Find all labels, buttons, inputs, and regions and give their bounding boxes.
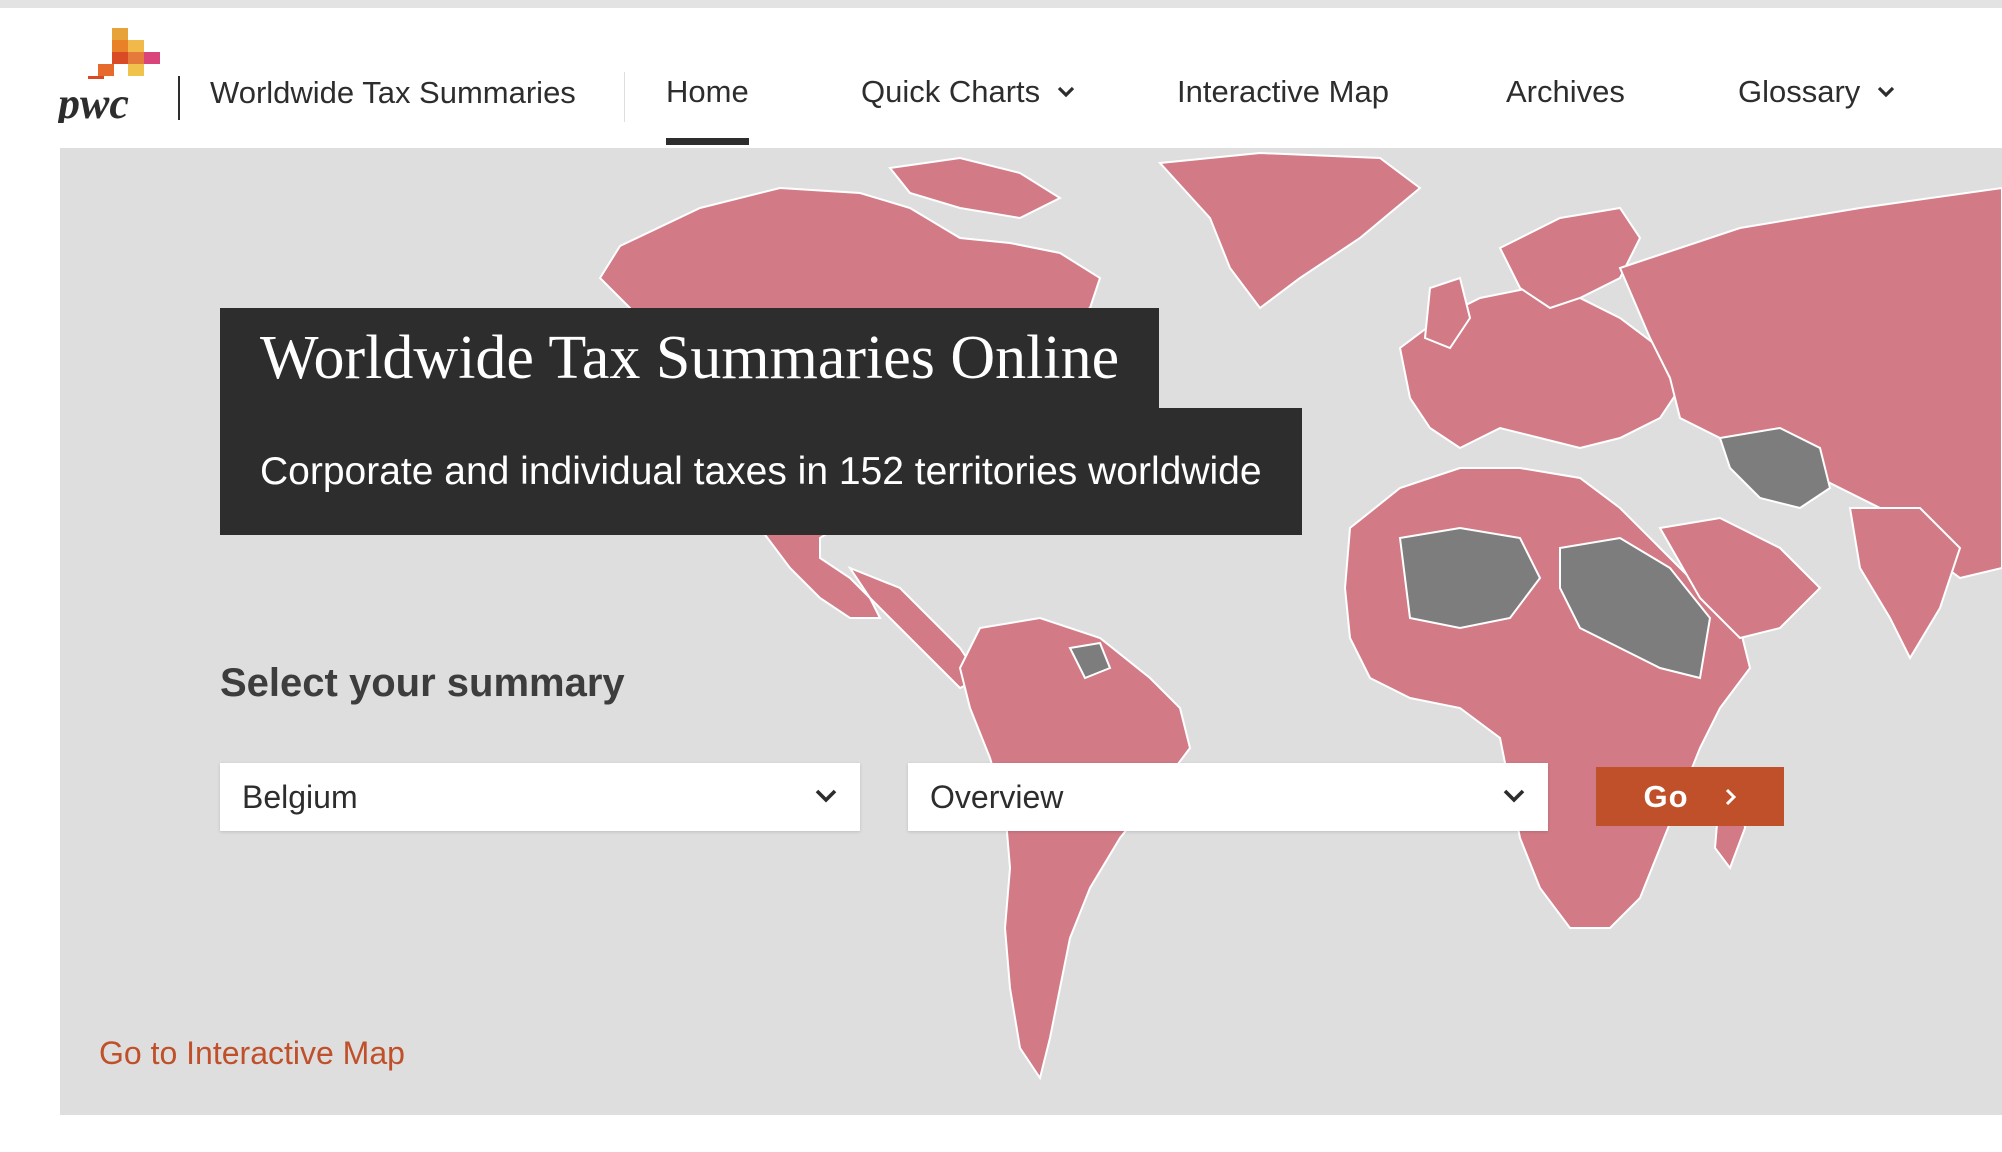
- go-button-label: Go: [1643, 778, 1689, 814]
- topic-select[interactable]: Overview: [908, 763, 1548, 831]
- map-greenland: [1157, 151, 1422, 310]
- country-select[interactable]: Belgium: [220, 763, 860, 831]
- nav-archives[interactable]: Archives: [1506, 74, 1625, 110]
- country-select-value: Belgium: [242, 778, 358, 815]
- world-map-background: [598, 151, 2002, 1081]
- nav-glossary-label: Glossary: [1738, 74, 1861, 109]
- go-button[interactable]: Go: [1596, 767, 1784, 826]
- hero-title: Worldwide Tax Summaries Online: [260, 323, 1120, 392]
- nav-interactive-map-label: Interactive Map: [1177, 74, 1389, 109]
- pwc-logo[interactable]: pwc: [58, 28, 178, 123]
- site-header: pwc Worldwide Tax Summaries Home Quick C…: [0, 8, 2002, 148]
- map-india: [1848, 507, 1962, 661]
- active-nav-indicator: [666, 138, 749, 145]
- hero-section: Worldwide Tax Summaries Online Corporate…: [60, 148, 2002, 1115]
- map-asia: [1618, 186, 2002, 580]
- nav-archives-label: Archives: [1506, 74, 1625, 109]
- hero-subtitle-box: Corporate and individual taxes in 152 te…: [220, 408, 1302, 535]
- map-south-america: [958, 616, 1192, 1081]
- hero-subtitle: Corporate and individual taxes in 152 te…: [260, 449, 1262, 493]
- chevron-down-icon: [815, 789, 837, 803]
- top-rule: [0, 0, 2002, 8]
- site-title[interactable]: Worldwide Tax Summaries: [210, 75, 576, 111]
- title-divider: [624, 72, 625, 122]
- nav-quick-charts-label: Quick Charts: [861, 74, 1041, 109]
- nav-home[interactable]: Home: [666, 74, 749, 145]
- select-summary-heading: Select your summary: [220, 661, 625, 705]
- map-arctic-islands: [888, 156, 1063, 220]
- svg-text:pwc: pwc: [58, 79, 129, 123]
- nav-home-label: Home: [666, 74, 749, 109]
- chevron-right-icon: [1725, 788, 1736, 805]
- nav-glossary[interactable]: Glossary: [1738, 74, 1896, 110]
- hero-title-box: Worldwide Tax Summaries Online: [220, 308, 1160, 408]
- interactive-map-link[interactable]: Go to Interactive Map: [99, 1035, 405, 1072]
- nav-quick-charts[interactable]: Quick Charts: [861, 74, 1076, 110]
- topic-select-value: Overview: [930, 778, 1064, 815]
- chevron-down-icon: [1503, 789, 1525, 803]
- chevron-down-icon: [1878, 86, 1895, 98]
- nav-interactive-map[interactable]: Interactive Map: [1177, 74, 1389, 110]
- logo-divider: [178, 76, 180, 120]
- chevron-down-icon: [1058, 86, 1075, 98]
